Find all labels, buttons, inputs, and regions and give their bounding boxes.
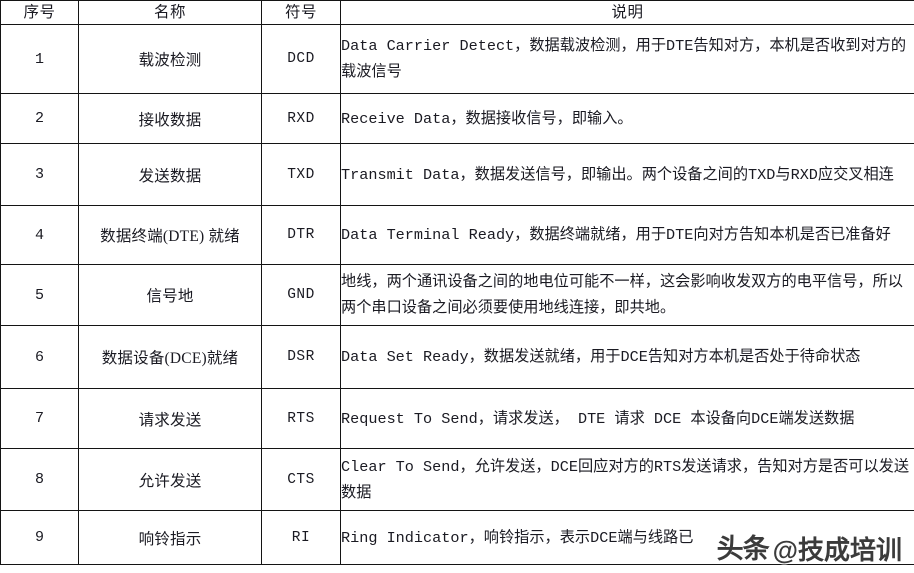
- cell-name: 接收数据: [78, 93, 262, 144]
- cell-description: 地线，两个通讯设备之间的地电位可能不一样，这会影响收发双方的电平信号，所以两个串…: [340, 264, 914, 326]
- table-row: 7 请求发送 RTS Request To Send，请求发送， DTE 请求 …: [0, 388, 914, 449]
- cell-seq: 4: [0, 205, 79, 265]
- cell-name: 允许发送: [78, 448, 262, 511]
- cell-seq: 6: [0, 325, 79, 389]
- cell-name: 发送数据: [78, 143, 262, 206]
- cell-name: 数据终端(DTE) 就绪: [78, 205, 262, 265]
- cell-description: Receive Data，数据接收信号，即输入。: [340, 93, 914, 144]
- cell-symbol: DSR: [261, 325, 341, 389]
- column-header-symbol: 符号: [261, 0, 341, 25]
- cell-seq: 5: [0, 264, 79, 326]
- cell-description: Data Terminal Ready，数据终端就绪，用于DTE向对方告知本机是…: [340, 205, 914, 265]
- cell-description: Data Set Ready，数据发送就绪，用于DCE告知对方本机是否处于待命状…: [340, 325, 914, 389]
- cell-symbol: RTS: [261, 388, 341, 449]
- cell-name: 请求发送: [78, 388, 262, 449]
- cell-description: Ring Indicator，响铃指示，表示DCE端与线路已: [340, 510, 914, 565]
- column-header-desc: 说明: [340, 0, 914, 25]
- cell-seq: 7: [0, 388, 79, 449]
- cell-symbol: RXD: [261, 93, 341, 144]
- table-row: 5 信号地 GND 地线，两个通讯设备之间的地电位可能不一样，这会影响收发双方的…: [0, 264, 914, 326]
- table-row: 2 接收数据 RXD Receive Data，数据接收信号，即输入。: [0, 93, 914, 144]
- cell-seq: 8: [0, 448, 79, 511]
- cell-description: Request To Send，请求发送， DTE 请求 DCE 本设备向DCE…: [340, 388, 914, 449]
- cell-name: 数据设备(DCE)就绪: [78, 325, 262, 389]
- cell-symbol: DCD: [261, 24, 341, 94]
- cell-symbol: CTS: [261, 448, 341, 511]
- cell-symbol: GND: [261, 264, 341, 326]
- serial-signal-table: 序号 名称 符号 说明 1 载波检测 DCD Data Carrier Dete…: [0, 0, 914, 565]
- cell-name: 响铃指示: [78, 510, 262, 565]
- table-row: 4 数据终端(DTE) 就绪 DTR Data Terminal Ready，数…: [0, 205, 914, 265]
- cell-seq: 3: [0, 143, 79, 206]
- table-row: 8 允许发送 CTS Clear To Send，允许发送，DCE回应对方的RT…: [0, 448, 914, 511]
- table-row: 1 载波检测 DCD Data Carrier Detect，数据载波检测，用于…: [0, 24, 914, 94]
- column-header-name: 名称: [78, 0, 262, 25]
- table-header-row: 序号 名称 符号 说明: [0, 0, 914, 25]
- cell-symbol: TXD: [261, 143, 341, 206]
- cell-seq: 1: [0, 24, 79, 94]
- cell-description: Clear To Send，允许发送，DCE回应对方的RTS发送请求，告知对方是…: [340, 448, 914, 511]
- cell-symbol: DTR: [261, 205, 341, 265]
- cell-name: 信号地: [78, 264, 262, 326]
- column-header-seq: 序号: [0, 0, 79, 25]
- cell-seq: 9: [0, 510, 79, 565]
- cell-symbol: RI: [261, 510, 341, 565]
- cell-description: Data Carrier Detect，数据载波检测，用于DTE告知对方，本机是…: [340, 24, 914, 94]
- document-page: 序号 名称 符号 说明 1 载波检测 DCD Data Carrier Dete…: [0, 0, 914, 573]
- table-row: 3 发送数据 TXD Transmit Data，数据发送信号，即输出。两个设备…: [0, 143, 914, 206]
- table-row: 9 响铃指示 RI Ring Indicator，响铃指示，表示DCE端与线路已: [0, 510, 914, 565]
- cell-description: Transmit Data，数据发送信号，即输出。两个设备之间的TXD与RXD应…: [340, 143, 914, 206]
- table-row: 6 数据设备(DCE)就绪 DSR Data Set Ready，数据发送就绪，…: [0, 325, 914, 389]
- cell-name: 载波检测: [78, 24, 262, 94]
- cell-seq: 2: [0, 93, 79, 144]
